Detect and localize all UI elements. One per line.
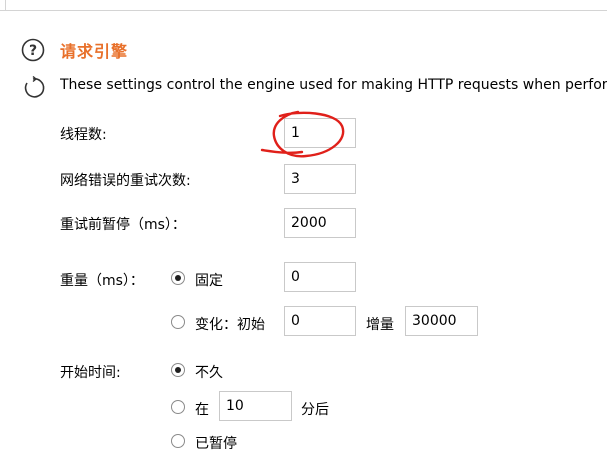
- section-description: These settings control the engine used f…: [60, 77, 607, 93]
- refresh-icon[interactable]: [21, 76, 45, 100]
- retries-label: 网络错误的重试次数:: [60, 173, 191, 189]
- throttle-fixed-input[interactable]: 0: [284, 262, 356, 292]
- throttle-increment-label: 增量: [366, 317, 394, 333]
- retries-input[interactable]: 3: [284, 164, 356, 194]
- start-in-radio[interactable]: [171, 400, 185, 414]
- threads-label: 线程数:: [60, 127, 107, 143]
- pause-before-retry-input[interactable]: 2000: [284, 208, 356, 238]
- start-in-label: 在: [195, 402, 209, 418]
- throttle-fixed-radio[interactable]: [171, 271, 185, 285]
- start-paused-radio[interactable]: [171, 434, 185, 448]
- svg-text:?: ?: [29, 43, 37, 59]
- start-immediately-label: 不久: [195, 365, 223, 381]
- section-title: 请求引擎: [60, 42, 129, 61]
- throttle-fixed-label: 固定: [195, 273, 223, 289]
- start-in-minutes-unit: 分后: [301, 402, 329, 418]
- frame-divider: [0, 10, 607, 11]
- pause-before-retry-label: 重试前暂停（ms）：: [60, 217, 186, 233]
- start-immediately-radio[interactable]: [171, 363, 185, 377]
- threads-input[interactable]: 1: [284, 118, 356, 148]
- start-in-minutes-input[interactable]: 10: [219, 391, 292, 421]
- throttle-variable-label: 变化：初始: [195, 317, 265, 333]
- throttle-variable-radio[interactable]: [171, 315, 185, 329]
- throttle-label: 重量（ms）：: [60, 273, 144, 289]
- help-icon[interactable]: ?: [21, 38, 45, 62]
- throttle-increment-input[interactable]: 30000: [405, 306, 478, 336]
- start-time-label: 开始时间:: [60, 365, 121, 381]
- start-paused-label: 已暂停: [195, 436, 237, 452]
- throttle-initial-input[interactable]: 0: [284, 306, 356, 336]
